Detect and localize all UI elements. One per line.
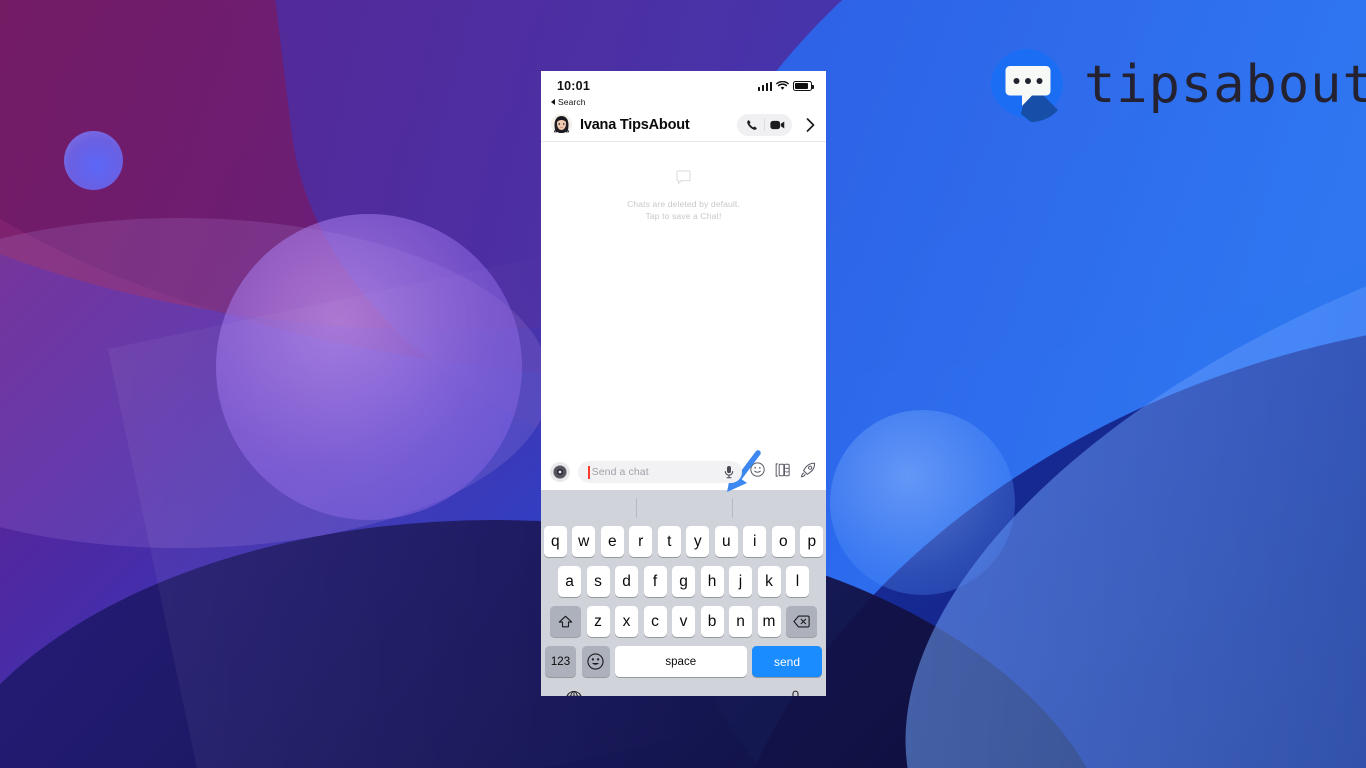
- key-o[interactable]: o: [771, 526, 795, 557]
- key-d[interactable]: d: [615, 566, 638, 597]
- contact-avatar[interactable]: [551, 114, 572, 135]
- key-m[interactable]: m: [757, 606, 781, 637]
- cellular-signal-icon: [757, 81, 772, 91]
- key-x[interactable]: x: [615, 606, 638, 637]
- phone-call-icon: [747, 119, 757, 130]
- chat-contact-name: Ivana TipsAbout: [580, 116, 690, 133]
- video-call-button[interactable]: [765, 114, 789, 136]
- emoji-keyboard-icon: [587, 653, 604, 670]
- back-caret-icon: [551, 99, 555, 105]
- chat-settings-chevron[interactable]: [800, 117, 818, 132]
- chat-bubble-outline-icon: [676, 170, 691, 190]
- keyboard-row-1: q w e r t y u i o p: [541, 526, 826, 557]
- chat-header: Ivana TipsAbout: [541, 108, 826, 142]
- camera-icon: [553, 465, 567, 479]
- speech-bubble-logo-icon: [988, 46, 1066, 124]
- sticker-button[interactable]: [775, 462, 790, 483]
- key-f[interactable]: f: [643, 566, 667, 597]
- chat-message-area: Chats are deleted by default. Tap to sav…: [541, 142, 826, 492]
- back-to-search-link[interactable]: Search: [541, 97, 826, 108]
- key-w[interactable]: w: [572, 526, 596, 557]
- predictive-divider-1: [636, 498, 637, 518]
- logo-wordmark: tipsabout: [1084, 55, 1366, 115]
- key-b[interactable]: b: [700, 606, 724, 637]
- status-bar: 10:01: [541, 71, 826, 97]
- key-l[interactable]: l: [786, 566, 809, 597]
- chat-input-bar: Send a chat: [541, 454, 826, 490]
- video-camera-icon: [769, 120, 784, 129]
- chat-text-field[interactable]: Send a chat: [578, 461, 742, 483]
- tipsabout-logo: tipsabout: [988, 46, 1366, 124]
- keyboard-bottom-bar: [541, 681, 826, 696]
- space-key[interactable]: space: [615, 646, 747, 677]
- key-v[interactable]: v: [672, 606, 695, 637]
- key-y[interactable]: y: [686, 526, 710, 557]
- wifi-icon: [776, 81, 789, 90]
- sticker-cards-icon: [775, 462, 790, 477]
- chat-input-placeholder: Send a chat: [591, 466, 649, 478]
- key-n[interactable]: n: [729, 606, 752, 637]
- wallpaper-circle-small: [64, 131, 123, 190]
- key-s[interactable]: s: [586, 566, 610, 597]
- chevron-right-icon: [806, 117, 815, 132]
- phone-screenshot: 10:01 Search Ivana TipsAbout Chats are d…: [541, 71, 826, 696]
- dictation-button[interactable]: [789, 690, 802, 696]
- voice-note-button[interactable]: [724, 465, 734, 479]
- numbers-key[interactable]: 123: [545, 646, 576, 677]
- empty-chat-line-1: Chats are deleted by default.: [627, 199, 740, 209]
- microphone-icon: [724, 466, 734, 479]
- key-t[interactable]: t: [657, 526, 681, 557]
- globe-language-icon: [566, 690, 582, 696]
- send-key[interactable]: send: [752, 646, 822, 677]
- key-a[interactable]: a: [558, 566, 581, 597]
- predictive-divider-2: [732, 498, 733, 518]
- phone-call-button[interactable]: [740, 114, 764, 136]
- shift-arrow-icon: [558, 615, 573, 627]
- microphone-dictation-icon: [792, 690, 799, 696]
- text-cursor: [588, 465, 590, 479]
- key-u[interactable]: u: [714, 526, 738, 557]
- key-g[interactable]: g: [672, 566, 695, 597]
- emoji-keyboard-key[interactable]: [581, 646, 610, 677]
- back-link-label: Search: [558, 97, 586, 107]
- keyboard-row-3: z x c v b n m: [541, 606, 826, 637]
- key-k[interactable]: k: [757, 566, 781, 597]
- rocket-icon: [800, 462, 816, 477]
- key-j[interactable]: j: [729, 566, 752, 597]
- keyboard-row-4: 123 space send: [541, 646, 826, 677]
- key-i[interactable]: i: [743, 526, 767, 557]
- key-h[interactable]: h: [700, 566, 724, 597]
- globe-language-button[interactable]: [565, 690, 583, 696]
- rocket-button[interactable]: [800, 462, 816, 483]
- key-e[interactable]: e: [600, 526, 624, 557]
- key-p[interactable]: p: [800, 526, 824, 557]
- status-icons: [757, 81, 814, 91]
- backspace-delete-icon: [793, 615, 810, 628]
- key-q[interactable]: q: [543, 526, 567, 557]
- camera-button[interactable]: [550, 462, 570, 482]
- empty-chat-line-2: Tap to save a Chat!: [645, 211, 722, 221]
- backspace-key[interactable]: [786, 606, 817, 637]
- predictive-text-bar: [541, 490, 826, 526]
- status-time: 10:01: [557, 79, 590, 93]
- key-r[interactable]: r: [629, 526, 653, 557]
- key-z[interactable]: z: [586, 606, 610, 637]
- shift-key[interactable]: [550, 606, 581, 637]
- ios-keyboard: q w e r t y u i o p a s d f g h j k l z …: [541, 490, 826, 696]
- call-actions-pill: [737, 113, 792, 136]
- key-c[interactable]: c: [643, 606, 667, 637]
- battery-icon: [793, 81, 814, 91]
- keyboard-row-2: a s d f g h j k l: [541, 566, 826, 597]
